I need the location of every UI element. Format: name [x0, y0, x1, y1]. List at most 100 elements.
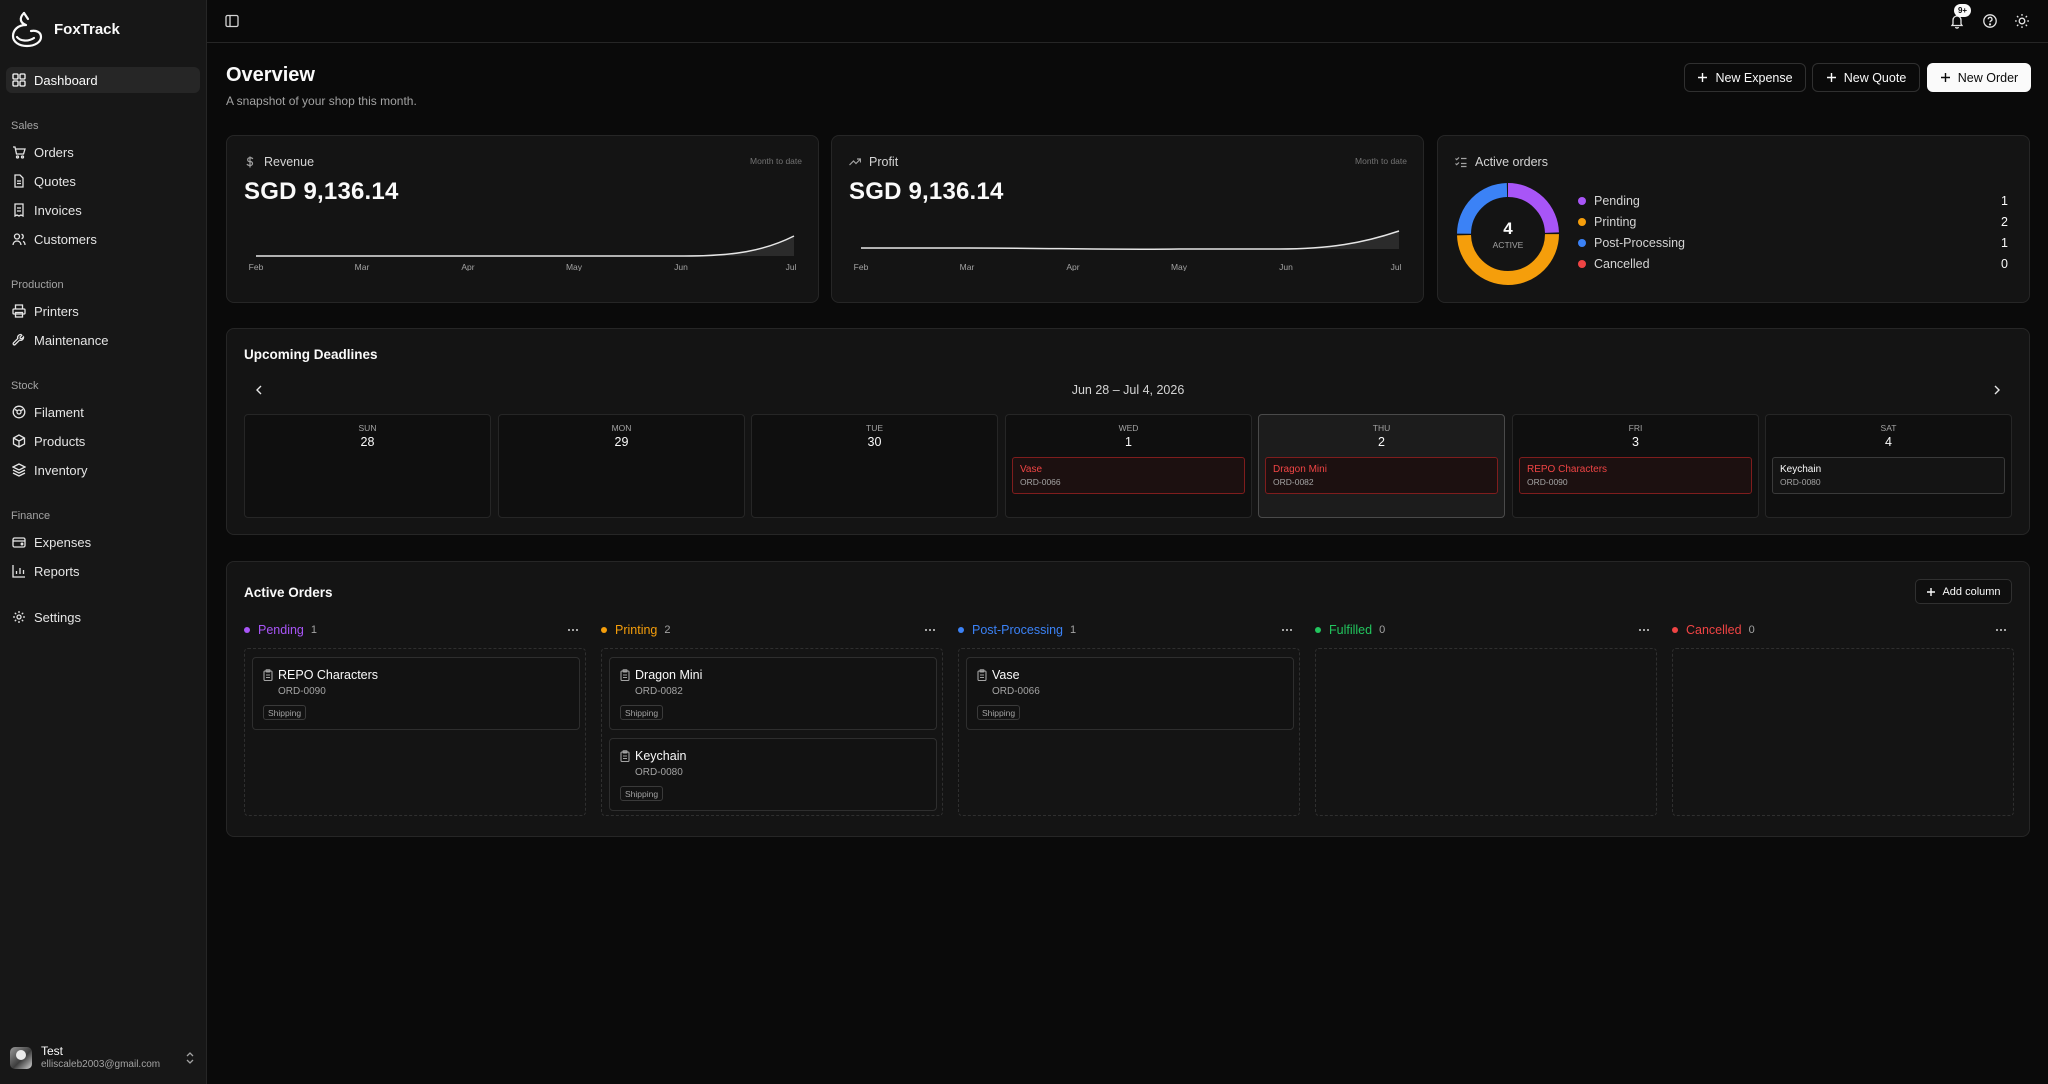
legend-label: Cancelled: [1594, 257, 1650, 271]
user-menu[interactable]: Test elliscaleb2003@gmail.com: [0, 1032, 207, 1084]
sidebar-item-label: Settings: [34, 609, 81, 625]
legend-count: 1: [2001, 194, 2008, 208]
deadline-event[interactable]: Keychain ORD-0080: [1772, 457, 2005, 494]
calendar-day[interactable]: SAT 4 Keychain ORD-0080: [1765, 414, 2012, 518]
sidebar-item-settings[interactable]: Settings: [6, 604, 200, 630]
legend-post-processing: Post-Processing 1: [1578, 234, 2008, 252]
legend-count: 1: [2001, 236, 2008, 250]
revenue-sparkline: Feb Mar Apr May Jun Jul: [249, 235, 797, 271]
column-count: 0: [1748, 624, 1755, 636]
day-name: FRI: [1628, 423, 1643, 433]
column-body-fulfilled[interactable]: [1315, 648, 1657, 816]
calendar-day[interactable]: SUN 28: [244, 414, 491, 518]
day-number: 28: [360, 435, 375, 449]
sidebar-item-printers[interactable]: Printers: [6, 298, 200, 324]
sidebar-item-label: Dashboard: [34, 72, 98, 88]
sidebar-item-orders[interactable]: Orders: [6, 139, 200, 165]
brand[interactable]: FoxTrack: [10, 10, 120, 48]
revenue-hint: Month to date: [750, 156, 802, 166]
list-checks-icon: [1455, 157, 1467, 168]
sidebar-item-dashboard[interactable]: Dashboard: [6, 67, 200, 93]
profit-month-tick: Apr: [1066, 262, 1079, 271]
gear-icon: [13, 611, 25, 623]
revenue-month-tick: Apr: [461, 262, 474, 271]
clipboard-icon: [620, 669, 630, 681]
sidebar-item-inventory[interactable]: Inventory: [6, 457, 200, 483]
day-name: MON: [611, 423, 632, 433]
sidebar-toggle-icon[interactable]: [224, 13, 240, 29]
event-order-id: ORD-0066: [1020, 477, 1061, 487]
more-horizontal-icon[interactable]: [923, 622, 937, 638]
calendar-day[interactable]: WED 1 Vase ORD-0066: [1005, 414, 1252, 518]
active-orders-label: Active orders: [1475, 155, 1548, 169]
event-title: Vase: [1020, 464, 1043, 475]
deadline-event[interactable]: Vase ORD-0066: [1012, 457, 1245, 494]
more-horizontal-icon[interactable]: [1637, 622, 1651, 638]
order-card[interactable]: Keychain ORD-0080 Shipping: [609, 738, 937, 811]
sidebar-item-expenses[interactable]: Expenses: [6, 529, 200, 555]
notification-badge: 9+: [1954, 4, 1971, 17]
profit-sparkline: Feb Mar Apr May Jun Jul: [854, 230, 1402, 271]
more-horizontal-icon[interactable]: [1994, 622, 2008, 638]
new-order-button[interactable]: New Order: [1927, 63, 2031, 92]
column-header-printing[interactable]: Printing 2: [601, 622, 943, 638]
sidebar-item-label: Quotes: [34, 173, 76, 189]
calendar-day[interactable]: TUE 30: [751, 414, 998, 518]
day-number: 2: [1378, 435, 1385, 449]
sidebar-item-label: Invoices: [34, 202, 82, 218]
bar-chart-icon: [12, 565, 25, 578]
column-header-pending[interactable]: Pending 1: [244, 622, 586, 638]
week-range: Jun 28 – Jul 4, 2026: [1071, 383, 1185, 397]
profit-month-tick: Mar: [960, 262, 975, 271]
sidebar-item-label: Inventory: [34, 462, 88, 478]
column-body-printing[interactable]: Dragon Mini ORD-0082 Shipping Keychain O…: [601, 648, 943, 816]
deadline-event[interactable]: Dragon Mini ORD-0082: [1265, 457, 1498, 494]
revenue-value: SGD 9,136.14: [244, 178, 399, 205]
column-header-post-processing[interactable]: Post-Processing 1: [958, 622, 1300, 638]
sidebar-item-quotes[interactable]: Quotes: [6, 168, 200, 194]
order-title: Vase: [992, 668, 1020, 682]
sun-icon[interactable]: [2014, 13, 2030, 29]
calendar-day[interactable]: MON 29: [498, 414, 745, 518]
column-title: Cancelled: [1686, 623, 1742, 637]
calendar-day-today[interactable]: THU 2 Dragon Mini ORD-0082: [1258, 414, 1505, 518]
day-name: THU: [1372, 423, 1391, 433]
day-number: 30: [867, 435, 882, 449]
more-horizontal-icon[interactable]: [566, 622, 580, 638]
column-dot: [601, 627, 607, 633]
column-body-post-processing[interactable]: Vase ORD-0066 Shipping: [958, 648, 1300, 816]
day-name: SAT: [1880, 423, 1897, 433]
new-expense-button[interactable]: New Expense: [1684, 63, 1806, 92]
sidebar-item-reports[interactable]: Reports: [6, 558, 200, 584]
active-orders-card: Active orders 4 ACTIVE Pending 1 Printin…: [1437, 135, 2030, 303]
column-body-pending[interactable]: REPO Characters ORD-0090 Shipping: [244, 648, 586, 816]
chevron-right-icon[interactable]: [1989, 382, 2005, 398]
kanban-board: Active Orders Add column Pending 1 REPO …: [226, 561, 2030, 837]
legend-count: 2: [2001, 215, 2008, 229]
order-card[interactable]: Dragon Mini ORD-0082 Shipping: [609, 657, 937, 730]
sidebar-item-invoices[interactable]: Invoices: [6, 197, 200, 223]
deadline-event[interactable]: REPO Characters ORD-0090: [1519, 457, 1752, 494]
column-dot: [958, 627, 964, 633]
legend-label: Printing: [1594, 215, 1637, 229]
sidebar-item-products[interactable]: Products: [6, 428, 200, 454]
add-column-button[interactable]: Add column: [1915, 579, 2012, 604]
calendar-day[interactable]: FRI 3 REPO Characters ORD-0090: [1512, 414, 1759, 518]
sidebar-item-filament[interactable]: Filament: [6, 399, 200, 425]
order-card[interactable]: Vase ORD-0066 Shipping: [966, 657, 1294, 730]
column-header-cancelled[interactable]: Cancelled 0: [1672, 622, 2014, 638]
column-body-cancelled[interactable]: [1672, 648, 2014, 816]
sidebar-item-maintenance[interactable]: Maintenance: [6, 327, 200, 353]
shipping-tag: Shipping: [977, 705, 1021, 720]
legend-label: Pending: [1594, 194, 1640, 208]
shipping-tag: Shipping: [620, 786, 664, 801]
more-horizontal-icon[interactable]: [1280, 622, 1294, 638]
topbar: [207, 0, 2048, 43]
column-header-fulfilled[interactable]: Fulfilled 0: [1315, 622, 1657, 638]
new-quote-button[interactable]: New Quote: [1812, 63, 1920, 92]
order-card[interactable]: REPO Characters ORD-0090 Shipping: [252, 657, 580, 730]
spool-icon: [12, 405, 26, 419]
active-orders-label-row: Active orders: [1455, 155, 1548, 169]
help-circle-icon[interactable]: [1982, 13, 1998, 29]
sidebar-item-customers[interactable]: Customers: [6, 226, 200, 252]
